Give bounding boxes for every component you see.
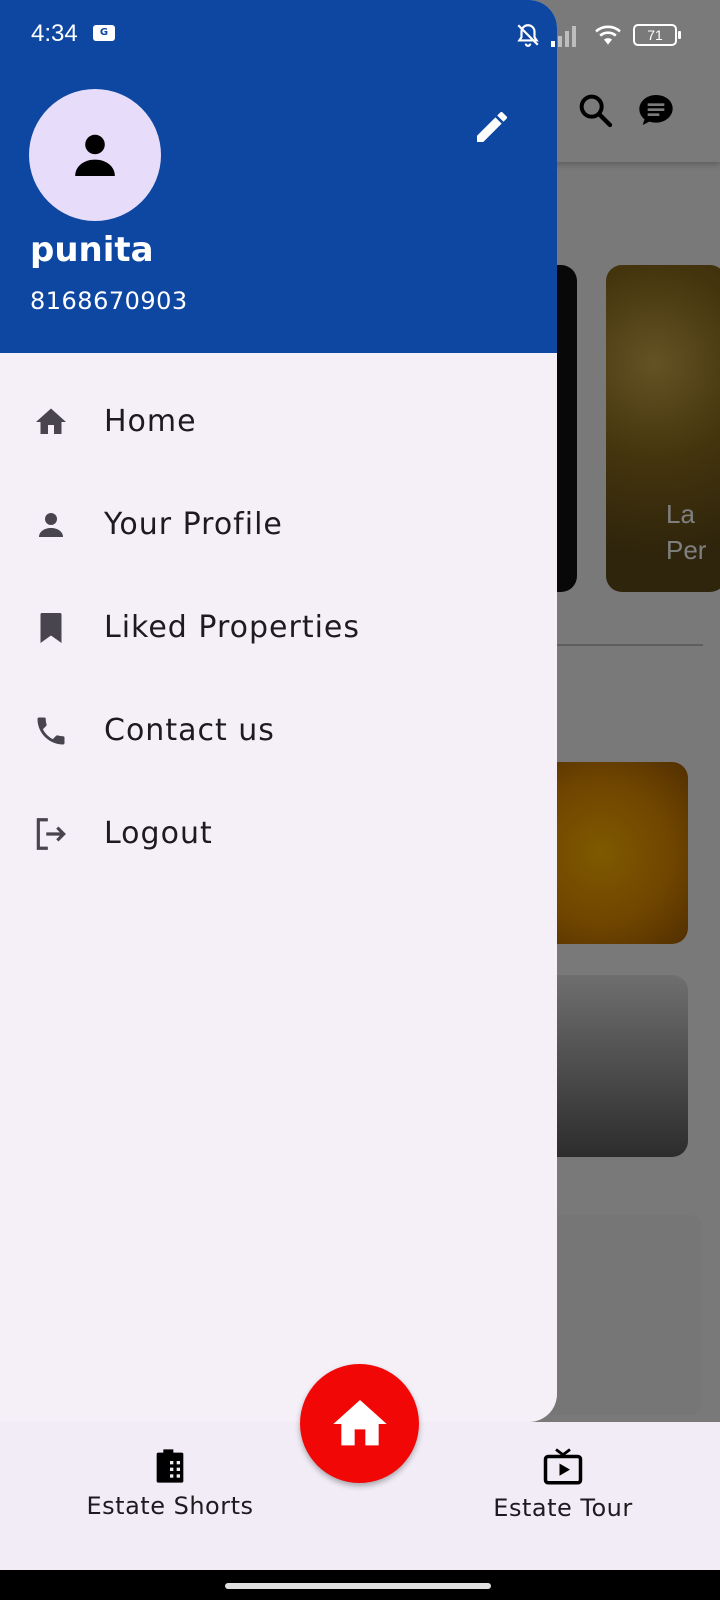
person-icon: [75, 134, 115, 176]
edit-profile-button[interactable]: [468, 103, 516, 151]
logout-icon: [32, 815, 70, 853]
gesture-handle[interactable]: [225, 1583, 491, 1589]
sim-badge: G: [93, 25, 115, 41]
menu-item-label: Your Profile: [104, 507, 283, 542]
person-icon: [32, 506, 70, 544]
navigation-drawer: punita 8168670903 Home Your Profile Like…: [0, 0, 557, 1422]
nav-estate-tour[interactable]: Estate Tour: [433, 1446, 693, 1522]
menu-item-your-profile[interactable]: Your Profile: [0, 473, 557, 576]
bell-off-icon: [517, 24, 539, 47]
pencil-icon: [477, 111, 507, 142]
battery-icon: 71: [633, 24, 681, 46]
film-reel-icon: [156, 1449, 184, 1483]
home-icon: [332, 1399, 387, 1445]
menu-item-logout[interactable]: Logout: [0, 782, 557, 885]
drawer-menu: Home Your Profile Liked Properties Conta…: [0, 370, 557, 885]
menu-item-label: Liked Properties: [104, 610, 360, 645]
avatar[interactable]: [29, 89, 161, 221]
menu-item-liked-properties[interactable]: Liked Properties: [0, 576, 557, 679]
user-name: punita: [30, 230, 154, 270]
system-navigation-bar: [0, 1570, 720, 1600]
nav-label: Estate Shorts: [86, 1492, 254, 1520]
user-phone: 8168670903: [30, 287, 188, 315]
signal-icon: [551, 26, 576, 47]
menu-item-label: Logout: [104, 816, 213, 851]
tv-play-icon: [543, 1448, 583, 1485]
menu-item-label: Home: [104, 404, 197, 439]
nav-estate-shorts[interactable]: Estate Shorts: [40, 1446, 300, 1520]
menu-item-label: Contact us: [104, 713, 275, 748]
phone-icon: [32, 712, 70, 750]
home-icon: [32, 403, 70, 441]
status-bar: 4:34 G 71: [0, 0, 720, 72]
status-time: 4:34: [31, 20, 78, 47]
nav-label: Estate Tour: [493, 1494, 633, 1522]
status-icons: 71: [515, 20, 681, 50]
bookmark-icon: [32, 609, 70, 647]
wifi-icon: [595, 25, 621, 45]
menu-item-home[interactable]: Home: [0, 370, 557, 473]
menu-item-contact-us[interactable]: Contact us: [0, 679, 557, 782]
home-fab-button[interactable]: [300, 1364, 419, 1483]
